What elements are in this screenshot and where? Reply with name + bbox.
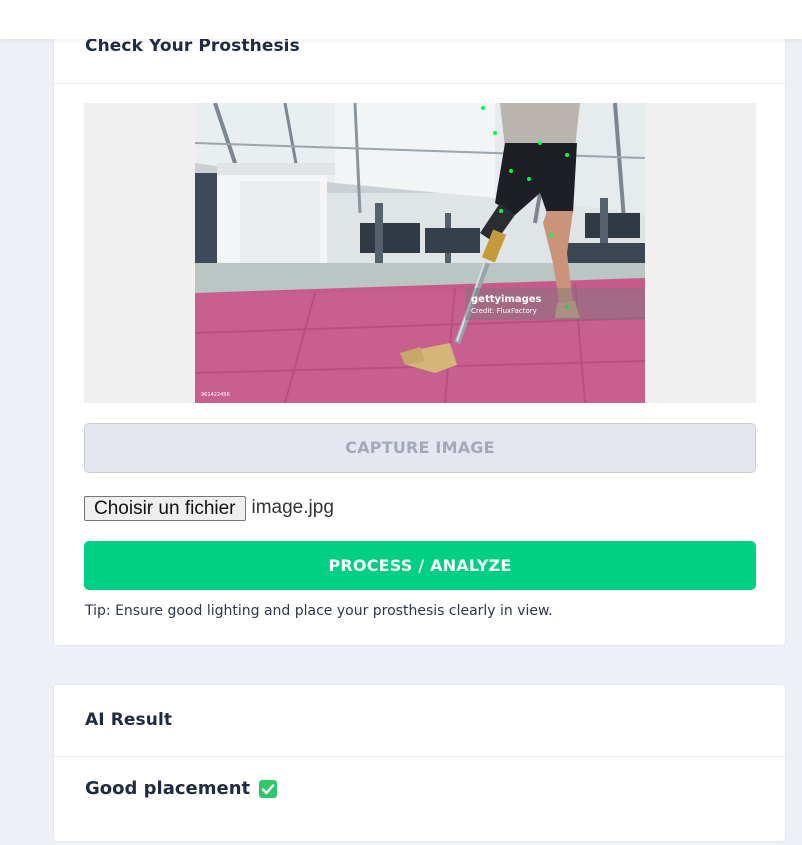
- check-prosthesis-card: Check Your Prosthesis gettyimages Credit…: [53, 10, 786, 646]
- tip-text: Tip: Ensure good lighting and place your…: [85, 603, 553, 619]
- watermark-credit: Credit: FluxFactory: [471, 307, 537, 315]
- selected-file-name: image.jpg: [251, 497, 334, 518]
- photo-preview: gettyimages Credit: FluxFactory 96142245…: [84, 103, 756, 403]
- card-header: AI Result: [54, 685, 785, 757]
- ai-result-card: AI Result Good placement: [53, 684, 786, 842]
- result-row: Good placement: [85, 778, 278, 799]
- prosthesis-photo: gettyimages Credit: FluxFactory 96142245…: [195, 103, 645, 403]
- result-text: Good placement: [85, 778, 251, 799]
- top-bar: [0, 0, 802, 39]
- card-title: Check Your Prosthesis: [85, 36, 300, 56]
- watermark-brand: gettyimages: [471, 294, 542, 305]
- file-input: Choisir un fichier image.jpg: [84, 495, 334, 521]
- process-analyze-button[interactable]: PROCESS / ANALYZE: [84, 541, 756, 590]
- image-id: 961422456: [201, 392, 230, 398]
- check-mark-icon: [259, 779, 278, 798]
- capture-image-button[interactable]: CAPTURE IMAGE: [84, 423, 756, 473]
- choose-file-button[interactable]: Choisir un fichier: [84, 495, 246, 521]
- card-title: AI Result: [85, 710, 173, 730]
